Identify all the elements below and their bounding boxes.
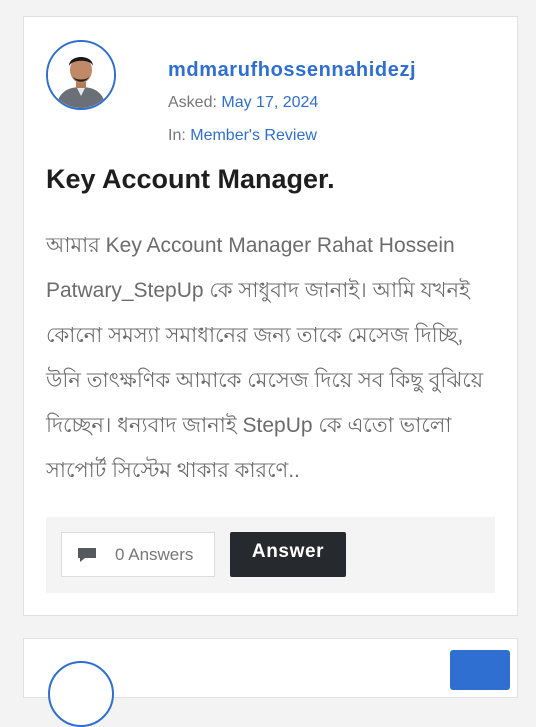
category-link[interactable]: Member's Review [190, 127, 317, 144]
answers-count-button[interactable]: 0 Answers [61, 532, 215, 577]
author-name[interactable]: mdmarufhossennahidezj [168, 59, 416, 82]
answers-count-label: 0 Answers [115, 544, 194, 564]
next-question-card [23, 638, 518, 727]
author-avatar[interactable] [46, 40, 116, 110]
asked-meta: Asked: May 17, 2024 [168, 94, 318, 112]
question-body: আমার Key Account Manager Rahat Hossein P… [46, 234, 484, 482]
answer-button[interactable]: Answer [230, 532, 346, 577]
question-footer: 0 Answers Answer [46, 517, 495, 593]
next-card-badge[interactable] [450, 650, 510, 690]
next-author-avatar[interactable] [48, 661, 114, 727]
category-label: In: [168, 127, 186, 144]
question-title[interactable]: Key Account Manager. [46, 164, 335, 195]
question-card: mdmarufhossennahidezj Asked: May 17, 202… [23, 16, 518, 616]
comment-icon [77, 547, 97, 563]
asked-date[interactable]: May 17, 2024 [221, 94, 318, 111]
asked-label: Asked: [168, 94, 217, 111]
category-meta: In: Member's Review [168, 127, 317, 145]
